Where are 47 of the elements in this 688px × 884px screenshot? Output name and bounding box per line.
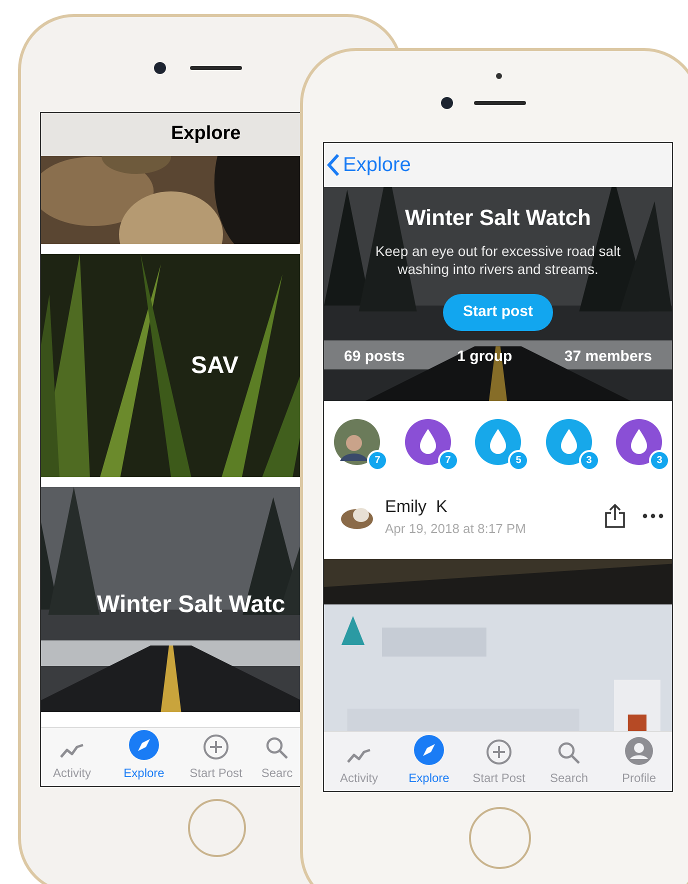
count-badge: 3 — [649, 450, 670, 471]
count-badge: 5 — [508, 450, 529, 471]
stat-label: 69 posts — [344, 347, 405, 367]
camera-icon — [154, 62, 166, 74]
tab-item[interactable]: Start Post — [180, 728, 252, 786]
tab-item[interactable]: Explore — [108, 728, 180, 786]
water-drop-avatar[interactable] — [546, 419, 592, 465]
hero-title: Winter Salt Watch — [404, 204, 591, 232]
count-badge: 3 — [578, 450, 600, 471]
start-post-button[interactable]: Start post — [442, 294, 553, 331]
water-drop-avatar[interactable] — [404, 419, 450, 465]
tab-item[interactable]: Activity — [41, 728, 108, 786]
more-icon[interactable] — [642, 513, 664, 519]
add-icon — [203, 734, 229, 760]
compass-icon — [129, 730, 159, 760]
activity-graph-icon — [59, 742, 85, 760]
add-icon — [486, 739, 512, 765]
back-chevron-icon — [326, 153, 340, 177]
profile-icon — [625, 737, 653, 765]
activity-graph-icon — [346, 747, 372, 765]
tab-item[interactable]: Profile — [604, 732, 672, 791]
tab-item[interactable]: Search — [534, 732, 604, 791]
tab-item[interactable]: Start Post — [464, 732, 534, 791]
water-drop-avatar[interactable] — [475, 419, 521, 465]
compass-icon — [414, 735, 444, 765]
search-icon — [265, 736, 289, 760]
tile-title: SAV — [191, 350, 239, 380]
tile-title: Winter Salt Watc — [97, 590, 286, 620]
post-date: Apr 19, 2018 at 8:17 PM — [385, 520, 526, 538]
count-badge: 7 — [438, 450, 458, 471]
hero-description: Keep an eye out for excessive road salt washing into rivers and streams. — [374, 242, 622, 278]
author-name: Emily K — [385, 496, 448, 518]
tab-item[interactable]: Searc — [252, 728, 301, 786]
speaker-grille — [190, 66, 242, 70]
stat-label: 1 group — [457, 347, 512, 367]
search-icon — [557, 741, 581, 765]
share-icon[interactable] — [604, 503, 626, 529]
count-badge: 7 — [367, 450, 388, 471]
tab-item[interactable]: Activity — [324, 732, 394, 791]
speaker-grille — [474, 101, 526, 105]
back-button[interactable]: Explore — [326, 150, 411, 180]
stat-label: 37 members — [564, 347, 652, 367]
nav-title: Explore — [171, 122, 241, 146]
avatar[interactable] — [334, 419, 380, 465]
tab-item[interactable]: Explore — [394, 732, 464, 791]
water-drop-avatar[interactable] — [616, 419, 662, 465]
camera-icon — [441, 97, 453, 109]
